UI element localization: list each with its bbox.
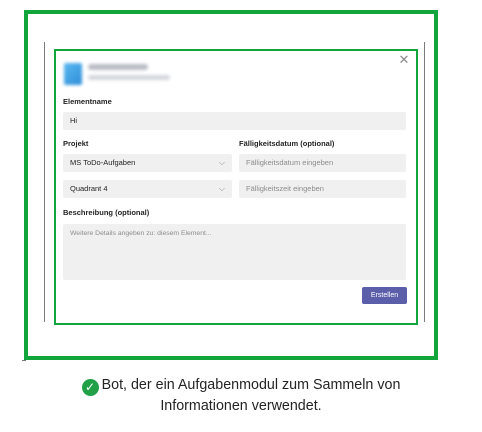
due-time-input[interactable]: Fälligkeitszeit eingeben xyxy=(239,180,406,198)
quadrant-select-value: Quadrant 4 xyxy=(70,184,108,193)
bot-subtitle-blurred xyxy=(88,75,170,80)
due-date-input[interactable]: Fälligkeitsdatum eingeben xyxy=(239,154,406,172)
description-textarea[interactable]: Weitere Details angeben zu: diesem Eleme… xyxy=(63,224,406,280)
item-name-input[interactable]: Hi xyxy=(63,112,406,130)
project-select-value: MS ToDo-Aufgaben xyxy=(70,158,136,167)
caption-line-1: Bot, der ein Aufgabenmodul zum Sammeln v… xyxy=(101,377,401,393)
check-circle-icon: ✓ xyxy=(81,379,99,396)
quadrant-select[interactable]: Quadrant 4 ⌵ xyxy=(63,180,232,198)
bot-name-blurred xyxy=(88,64,148,70)
divider-left xyxy=(44,42,45,322)
close-icon[interactable]: ✕ xyxy=(398,53,410,66)
create-button[interactable]: Erstellen xyxy=(362,287,407,304)
divider-right xyxy=(424,42,425,322)
item-name-label: Elementname xyxy=(63,97,112,106)
description-label: Beschreibung (optional) xyxy=(63,208,150,217)
chevron-down-icon: ⌵ xyxy=(218,158,225,167)
project-label: Projekt xyxy=(63,139,89,148)
caption: ✓ Bot, der ein Aufgabenmodul zum Sammeln … xyxy=(0,375,482,416)
task-module-dialog: ✕ Elementname Hi Projekt Fälligkeitsdatu… xyxy=(54,49,418,325)
divider-dash xyxy=(22,360,26,361)
bot-avatar xyxy=(64,63,82,85)
project-select[interactable]: MS ToDo-Aufgaben ⌵ xyxy=(63,154,232,172)
due-date-label: Fälligkeitsdatum (optional) xyxy=(239,139,335,148)
caption-line-2: Informationen verwendet. xyxy=(160,398,322,414)
chevron-down-icon: ⌵ xyxy=(218,184,225,193)
